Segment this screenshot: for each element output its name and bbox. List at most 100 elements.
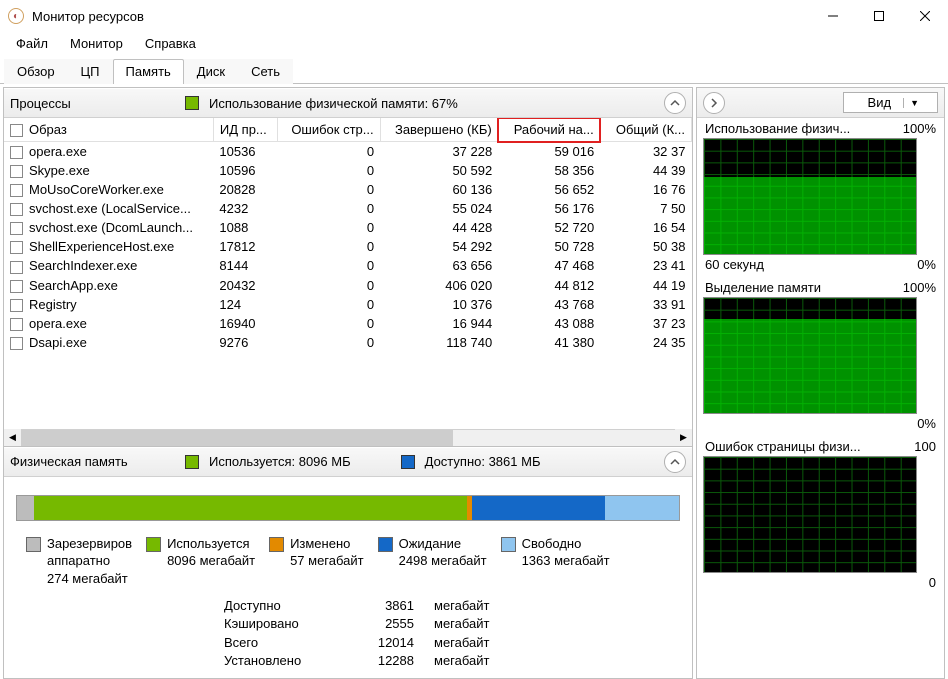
- legend-item: Зарезервироваппаратно274 мегабайт: [26, 535, 132, 588]
- tab-overview[interactable]: Обзор: [4, 59, 68, 84]
- legend-item: Используется8096 мегабайт: [146, 535, 255, 588]
- chart-scale-bottom: 0%: [917, 416, 936, 431]
- legend-item: Изменено57 мегабайт: [269, 535, 364, 588]
- legend-swatch: [378, 537, 393, 552]
- menu-file[interactable]: Файл: [6, 34, 58, 53]
- close-button[interactable]: [902, 1, 948, 31]
- usage-indicator-icon: [185, 96, 199, 110]
- horizontal-scrollbar[interactable]: ◀ ▶: [4, 429, 692, 446]
- right-topbar: Вид ▼: [697, 88, 944, 118]
- tab-network[interactable]: Сеть: [238, 59, 293, 84]
- stat-row: Всего12014мегабайт: [224, 634, 692, 652]
- chart-scale-bottom: 0%: [917, 257, 936, 272]
- chart-block: Выделение памяти100%0%: [697, 277, 944, 436]
- row-checkbox[interactable]: [10, 337, 23, 350]
- table-row[interactable]: ShellExperienceHost.exe17812054 29250 72…: [4, 237, 692, 256]
- row-checkbox[interactable]: [10, 146, 23, 159]
- scroll-thumb[interactable]: [21, 430, 453, 446]
- tab-memory[interactable]: Память: [113, 59, 184, 84]
- legend-swatch: [269, 537, 284, 552]
- collapse-processes-button[interactable]: [664, 92, 686, 114]
- table-row[interactable]: MoUsoCoreWorker.exe20828060 13656 65216 …: [4, 180, 692, 199]
- row-checkbox[interactable]: [10, 184, 23, 197]
- legend-item: Свободно1363 мегабайт: [501, 535, 610, 588]
- tabstrip: Обзор ЦП Память Диск Сеть: [0, 54, 948, 84]
- legend-swatch: [26, 537, 41, 552]
- view-dropdown[interactable]: Вид ▼: [843, 92, 938, 113]
- stat-row: Установлено12288мегабайт: [224, 652, 692, 670]
- processes-header: Процессы Использование физической памяти…: [4, 88, 692, 118]
- memory-legend: Зарезервироваппаратно274 мегабайт Использ…: [26, 535, 680, 590]
- chart-scale-bottom: 0: [929, 575, 936, 590]
- row-checkbox[interactable]: [10, 241, 23, 254]
- used-indicator-icon: [185, 455, 199, 469]
- chart-title: Выделение памяти: [705, 280, 821, 295]
- chart-scale-top: 100%: [903, 121, 936, 136]
- process-table: Образ ИД пр... Ошибок стр... Завершено (…: [4, 118, 692, 352]
- physmem-header: Физическая память Используется: 8096 МБ …: [4, 447, 692, 477]
- avail-indicator-icon: [401, 455, 415, 469]
- row-checkbox[interactable]: [10, 280, 23, 293]
- row-checkbox[interactable]: [10, 299, 23, 312]
- physmem-title: Физическая память: [10, 454, 175, 469]
- legend-item: Ожидание2498 мегабайт: [378, 535, 487, 588]
- collapse-charts-button[interactable]: [703, 92, 725, 114]
- table-row[interactable]: Skype.exe10596050 59258 35644 39: [4, 161, 692, 180]
- table-row[interactable]: Registry124010 37643 76833 91: [4, 295, 692, 314]
- memory-segment: [472, 496, 604, 520]
- scroll-right-button[interactable]: ▶: [675, 429, 692, 446]
- view-label: Вид: [868, 95, 892, 110]
- stat-row: Кэшировано2555мегабайт: [224, 615, 692, 633]
- chart-canvas: [703, 456, 917, 573]
- used-label: Используется: 8096 МБ: [209, 454, 351, 469]
- legend-swatch: [501, 537, 516, 552]
- col-commit[interactable]: Завершено (КБ): [380, 118, 498, 142]
- legend-swatch: [146, 537, 161, 552]
- chart-scale-top: 100: [914, 439, 936, 454]
- col-shared[interactable]: Общий (К...: [600, 118, 691, 142]
- maximize-button[interactable]: [856, 1, 902, 31]
- row-checkbox[interactable]: [10, 165, 23, 178]
- table-row[interactable]: opera.exe16940016 94443 08837 23: [4, 314, 692, 333]
- memory-segment: [605, 496, 679, 520]
- table-row[interactable]: Dsapi.exe92760118 74041 38024 35: [4, 333, 692, 352]
- col-workingset[interactable]: Рабочий на...: [498, 118, 600, 142]
- table-row[interactable]: opera.exe10536037 22859 01632 37: [4, 142, 692, 162]
- row-checkbox[interactable]: [10, 203, 23, 216]
- table-row[interactable]: svchost.exe (LocalService...4232055 0245…: [4, 199, 692, 218]
- row-checkbox[interactable]: [10, 318, 23, 331]
- select-all-checkbox[interactable]: [10, 124, 23, 137]
- menu-monitor[interactable]: Монитор: [60, 34, 133, 53]
- process-table-scroll[interactable]: Образ ИД пр... Ошибок стр... Завершено (…: [4, 118, 692, 429]
- chart-title: Использование физич...: [705, 121, 850, 136]
- col-pid[interactable]: ИД пр...: [213, 118, 277, 142]
- table-row[interactable]: SearchIndexer.exe8144063 65647 46823 41: [4, 256, 692, 275]
- app-icon: ◐: [8, 8, 24, 24]
- chart-block: Использование физич...100%60 секунд0%: [697, 118, 944, 277]
- titlebar: ◐ Монитор ресурсов: [0, 0, 948, 32]
- processes-title: Процессы: [10, 96, 175, 111]
- window-title: Монитор ресурсов: [32, 9, 810, 24]
- tab-cpu[interactable]: ЦП: [68, 59, 113, 84]
- row-checkbox[interactable]: [10, 261, 23, 274]
- chart-block: Ошибок страницы физи...1000: [697, 436, 944, 595]
- memory-stats: Доступно3861мегабайтКэшировано2555мегаба…: [224, 597, 692, 670]
- chevron-down-icon: ▼: [903, 98, 919, 108]
- menubar: Файл Монитор Справка: [0, 32, 948, 54]
- col-faults[interactable]: Ошибок стр...: [278, 118, 380, 142]
- tab-disk[interactable]: Диск: [184, 59, 238, 84]
- usage-label: Использование физической памяти: 67%: [209, 96, 654, 111]
- row-checkbox[interactable]: [10, 222, 23, 235]
- table-row[interactable]: svchost.exe (DcomLaunch...1088044 42852 …: [4, 218, 692, 237]
- stat-row: Доступно3861мегабайт: [224, 597, 692, 615]
- memory-segment: [17, 496, 34, 520]
- avail-label: Доступно: 3861 МБ: [425, 454, 654, 469]
- menu-help[interactable]: Справка: [135, 34, 206, 53]
- minimize-button[interactable]: [810, 1, 856, 31]
- memory-segment: [34, 496, 468, 520]
- chart-canvas: [703, 138, 917, 255]
- table-row[interactable]: SearchApp.exe204320406 02044 81244 19: [4, 276, 692, 295]
- scroll-left-button[interactable]: ◀: [4, 429, 21, 446]
- col-image[interactable]: Образ: [4, 118, 213, 142]
- collapse-physmem-button[interactable]: [664, 451, 686, 473]
